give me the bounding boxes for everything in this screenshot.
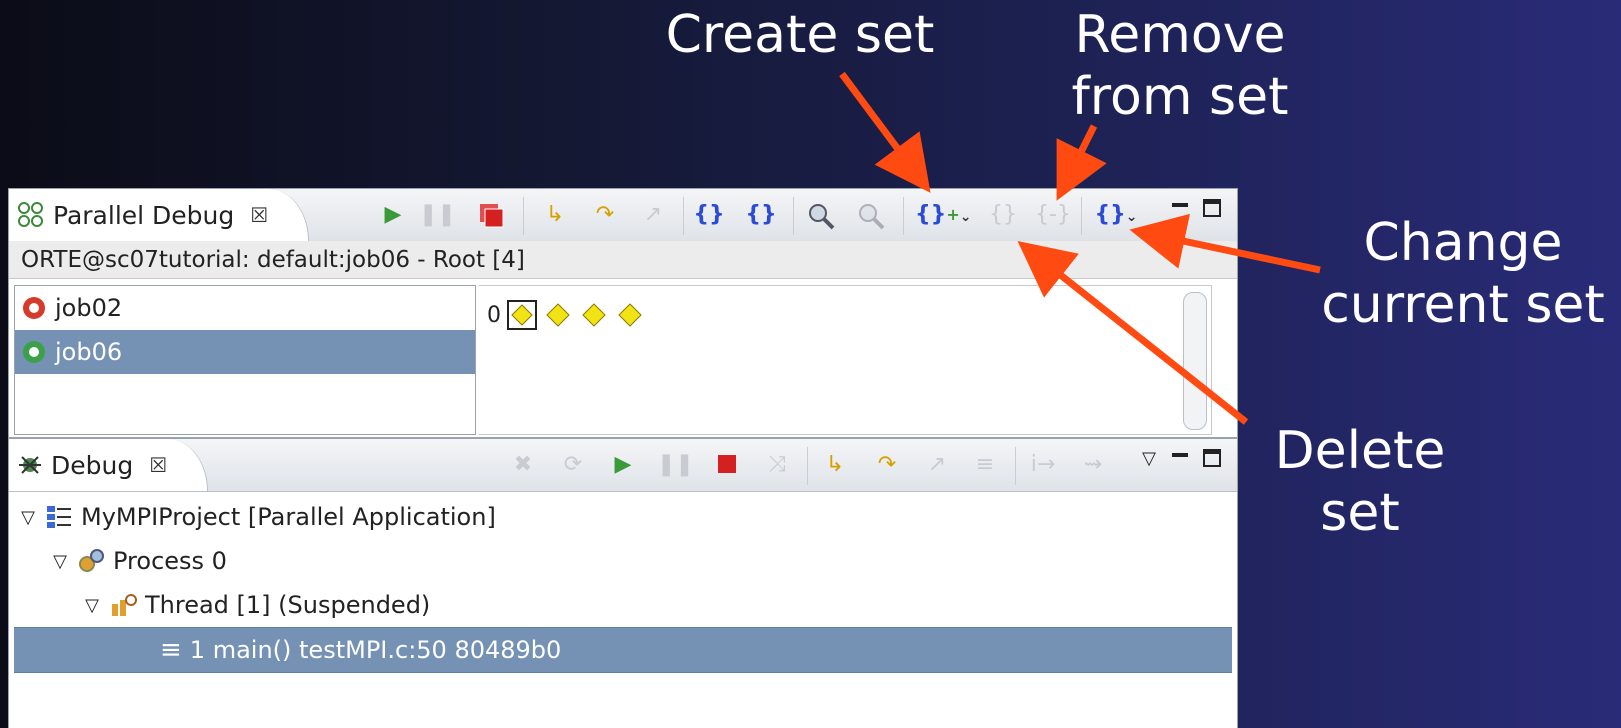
change-set-icon[interactable]: {}⌄ xyxy=(1093,201,1139,231)
delete-set-icon[interactable]: {} xyxy=(987,201,1019,229)
job-running-icon xyxy=(23,341,45,363)
register-icon[interactable]: {} xyxy=(693,201,725,229)
zoom-in-icon[interactable] xyxy=(805,201,837,239)
process-rank-row: 0 xyxy=(487,300,645,330)
create-set-icon[interactable]: {}+⌄ xyxy=(915,201,971,231)
process-grid: 0 xyxy=(479,285,1212,435)
callout-create-set: Create set xyxy=(665,5,935,65)
maximize-icon[interactable] xyxy=(1201,447,1223,469)
tree-row-process[interactable]: ▽ Process 0 xyxy=(9,539,1237,583)
tree-label: Process 0 xyxy=(113,547,227,575)
remove-terminated-icon[interactable]: ✖ xyxy=(507,451,539,479)
parallel-debug-titlebar: Parallel Debug ☒ ▶ ❚❚ ↳ ↷ ↗ {} {} {}+⌄ {… xyxy=(9,189,1237,242)
disconnect-icon[interactable]: ⤨ xyxy=(761,451,793,479)
toolbar-separator xyxy=(1015,447,1016,485)
toolbar-separator xyxy=(903,197,904,235)
job-list: job02 job06 xyxy=(14,285,476,435)
stack-frame-icon: ≡ xyxy=(160,635,182,665)
job-info-bar: ORTE@sc07tutorial: default:job06 - Root … xyxy=(9,241,1237,279)
job-stopped-icon xyxy=(23,297,45,319)
toolbar-separator xyxy=(523,197,524,235)
minimize-icon[interactable] xyxy=(1169,197,1191,219)
step-into-icon[interactable]: ↳ xyxy=(539,201,571,229)
tab-debug-label: Debug xyxy=(51,450,134,480)
use-step-filters-icon[interactable]: ⇝ xyxy=(1077,451,1109,479)
debug-view: Debug ☒ ✖ ⟳ ▶ ❚❚ ⤨ ↳ ↷ ↗ ≡ i→ ⇝ ▽ ▽ MyMP… xyxy=(8,438,1238,728)
tree-label: 1 main() testMPI.c:50 80489b0 xyxy=(189,636,562,664)
relaunch-icon[interactable]: ⟳ xyxy=(557,451,589,479)
remove-from-set-icon[interactable]: {-} xyxy=(1035,201,1071,229)
tree-label: Thread [1] (Suspended) xyxy=(145,591,431,619)
tree-row-stack-frame[interactable]: ≡ 1 main() testMPI.c:50 80489b0 xyxy=(14,627,1232,673)
drop-to-frame-icon[interactable]: ≡ xyxy=(969,451,1001,479)
toolbar-separator xyxy=(807,447,808,485)
step-into-icon[interactable]: ↳ xyxy=(819,451,851,479)
process-icon-selected[interactable] xyxy=(507,300,537,330)
suspend-icon[interactable]: ❚❚ xyxy=(419,201,456,229)
terminate-icon[interactable] xyxy=(475,201,507,239)
zoom-out-icon[interactable] xyxy=(855,201,887,239)
toolbar-separator xyxy=(793,197,794,235)
launch-icon xyxy=(47,506,71,528)
expand-triangle-icon[interactable]: ▽ xyxy=(49,551,71,572)
step-over-icon[interactable]: ↷ xyxy=(871,451,903,479)
instruction-stepping-icon[interactable]: i→ xyxy=(1027,451,1059,479)
process-icon[interactable] xyxy=(615,300,645,330)
minimize-icon[interactable] xyxy=(1169,447,1191,469)
toolbar-separator xyxy=(683,197,684,235)
maximize-icon[interactable] xyxy=(1201,197,1223,219)
job-row-job02[interactable]: job02 xyxy=(15,286,475,330)
arrow-remove-from-set xyxy=(1056,124,1107,201)
debug-titlebar: Debug ☒ ✖ ⟳ ▶ ❚❚ ⤨ ↳ ↷ ↗ ≡ i→ ⇝ ▽ xyxy=(9,439,1237,492)
job-label: job06 xyxy=(55,338,123,366)
tree-label: MyMPIProject [Parallel Application] xyxy=(81,503,496,531)
process-icon[interactable] xyxy=(543,300,573,330)
process-rank-label: 0 xyxy=(487,302,501,328)
process-icon[interactable] xyxy=(579,300,609,330)
bug-icon xyxy=(19,456,41,474)
parallel-debug-icon xyxy=(18,202,43,227)
tree-row-launch[interactable]: ▽ MyMPIProject [Parallel Application] xyxy=(9,495,1237,539)
tree-row-thread[interactable]: ▽ Thread [1] (Suspended) xyxy=(9,583,1237,627)
job-row-job06[interactable]: job06 xyxy=(15,330,475,374)
tab-parallel-debug[interactable]: Parallel Debug ☒ xyxy=(9,189,310,241)
terminate-icon[interactable] xyxy=(711,451,743,485)
expand-triangle-icon[interactable]: ▽ xyxy=(17,507,39,528)
close-icon[interactable]: ☒ xyxy=(149,453,167,477)
tab-parallel-debug-label: Parallel Debug xyxy=(53,200,235,230)
tab-debug[interactable]: Debug ☒ xyxy=(9,439,209,491)
unregister-icon[interactable]: {} xyxy=(745,201,777,229)
resume-icon[interactable]: ▶ xyxy=(377,201,409,229)
resume-icon[interactable]: ▶ xyxy=(607,451,639,479)
close-icon[interactable]: ☒ xyxy=(250,203,268,227)
toolbar-separator xyxy=(1081,197,1082,235)
suspend-icon[interactable]: ❚❚ xyxy=(657,451,694,479)
view-menu-icon[interactable]: ▽ xyxy=(1133,445,1165,473)
step-return-icon[interactable]: ↗ xyxy=(921,451,953,479)
thread-icon xyxy=(112,594,137,616)
callout-delete-set: Delete set xyxy=(1274,421,1446,543)
parallel-debug-view: Parallel Debug ☒ ▶ ❚❚ ↳ ↷ ↗ {} {} {}+⌄ {… xyxy=(8,188,1238,438)
vertical-scrollbar[interactable] xyxy=(1183,292,1207,430)
process-gears-icon xyxy=(79,549,104,572)
step-over-icon[interactable]: ↷ xyxy=(589,201,621,229)
arrow-create-set xyxy=(839,71,931,193)
expand-triangle-icon[interactable]: ▽ xyxy=(81,595,103,616)
callout-change-current-set: Change current set xyxy=(1321,213,1605,335)
job-label: job02 xyxy=(55,294,123,322)
callout-remove-from-set: Remove from set xyxy=(1071,5,1289,127)
step-return-icon[interactable]: ↗ xyxy=(637,201,669,229)
